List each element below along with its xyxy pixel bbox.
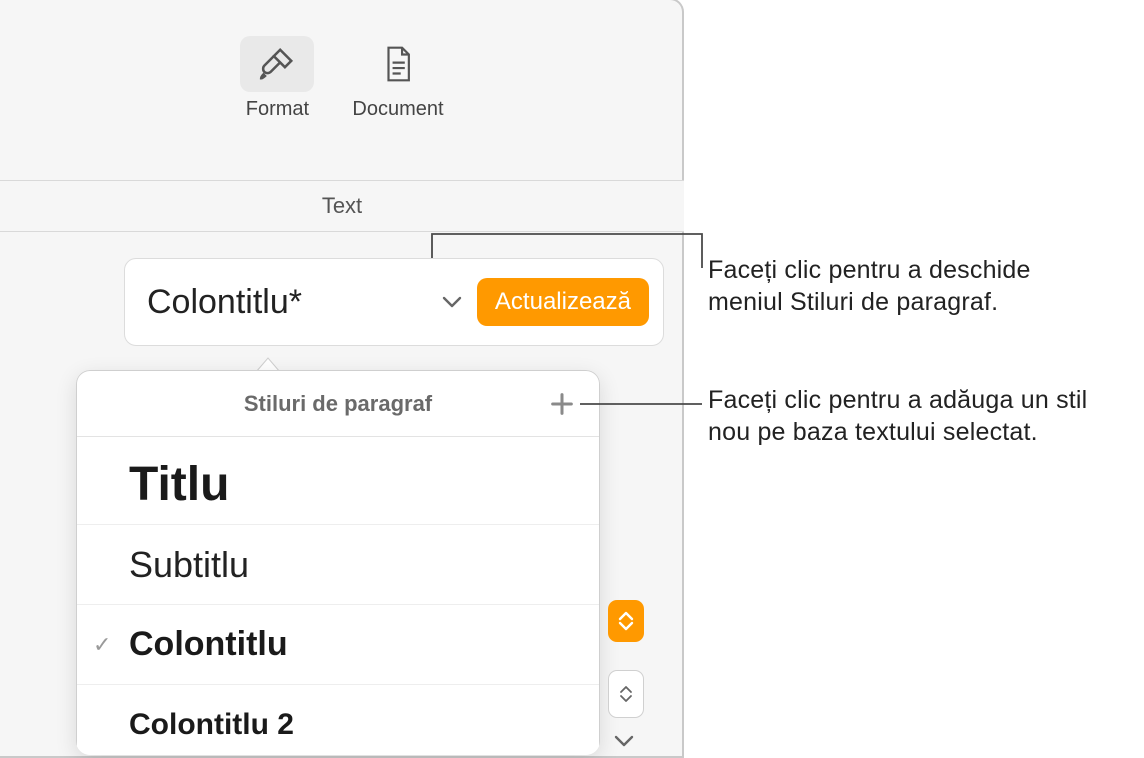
- callout-line: Faceți clic pentru a adăuga un stil: [708, 386, 1087, 414]
- callout-open-menu: Faceți clic pentru a deschide meniul Sti…: [708, 254, 1128, 318]
- callout-line: meniul Stiluri de paragraf.: [708, 288, 998, 316]
- callout-line: nou pe baza textului selectat.: [708, 418, 1038, 446]
- callout-line: Faceți clic pentru a deschide: [708, 256, 1031, 284]
- callout-add-style: Faceți clic pentru a adăuga un stil nou …: [708, 384, 1138, 448]
